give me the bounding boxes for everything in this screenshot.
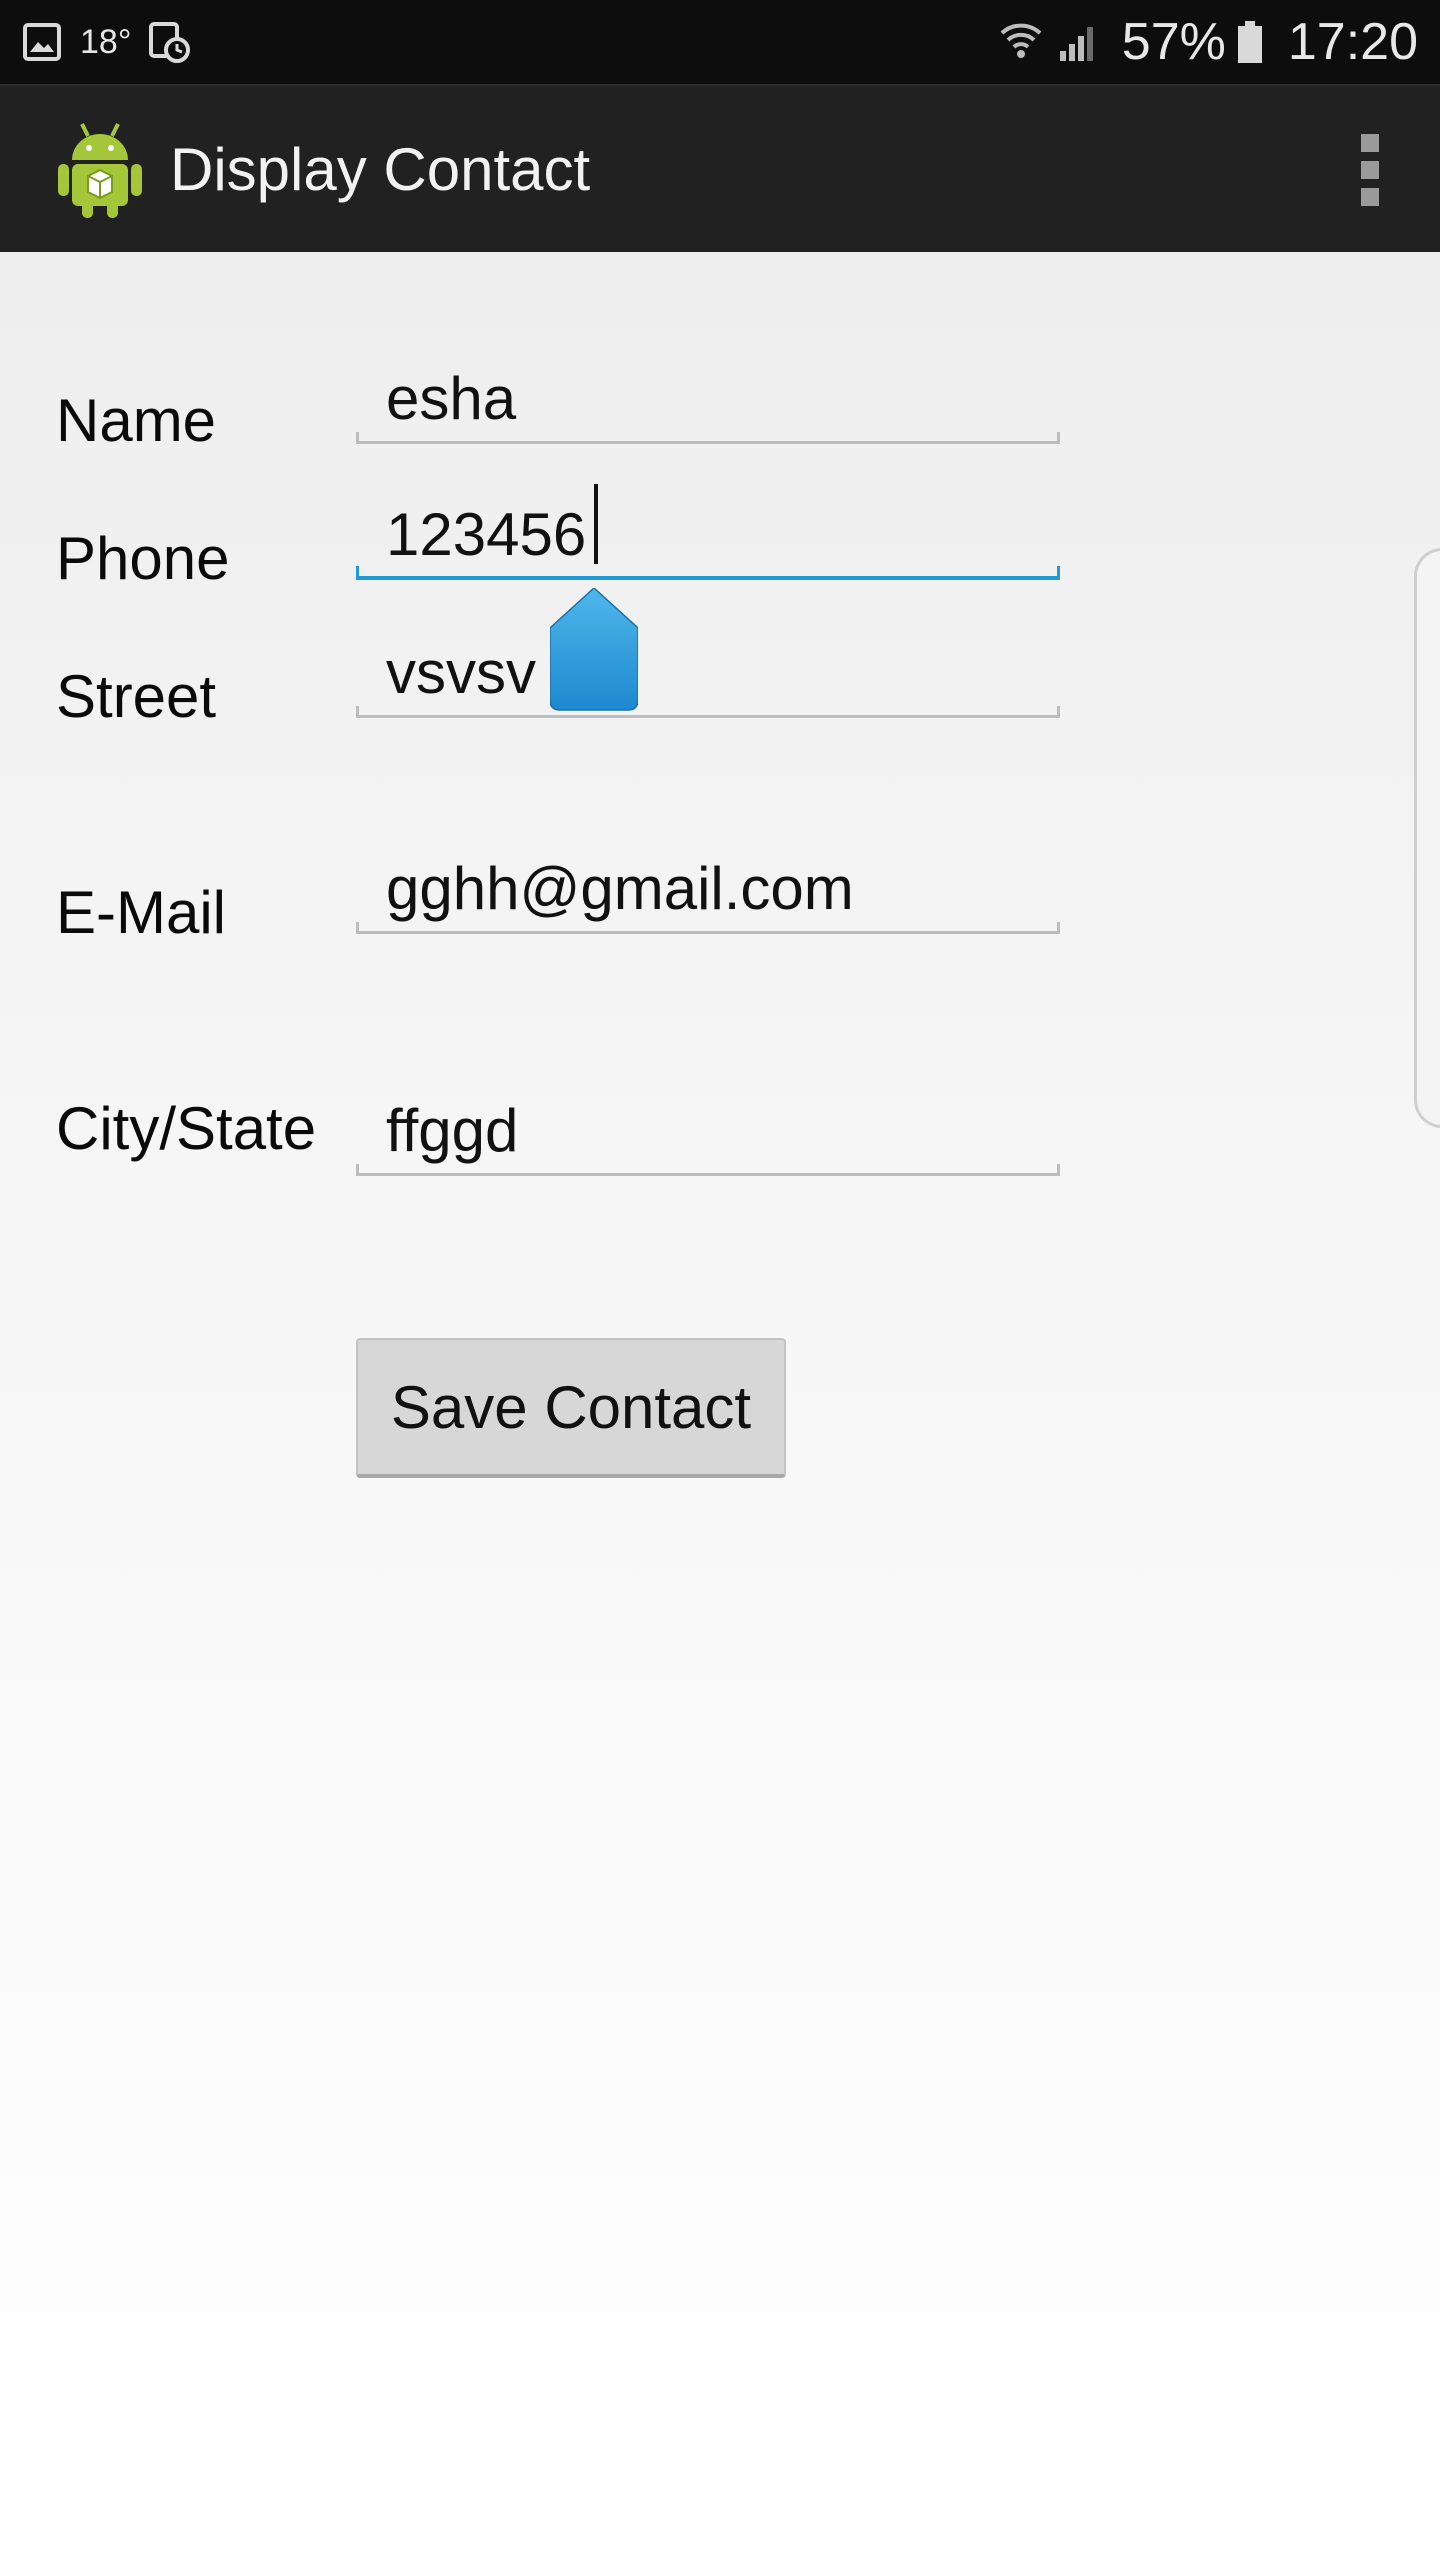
battery-icon — [1237, 21, 1262, 63]
temperature-text: 18° — [80, 22, 132, 61]
phone-field[interactable]: 123456 — [356, 500, 1060, 580]
status-bar: 18° 57% 17:20 — [0, 0, 1440, 84]
email-field[interactable]: gghh@gmail.com — [356, 854, 1060, 934]
email-label: E-Mail — [56, 879, 227, 946]
status-bar-right: 57% 17:20 — [998, 0, 1418, 84]
street-label: Street — [56, 663, 217, 730]
text-cursor — [594, 484, 598, 564]
signal-icon — [1059, 27, 1093, 61]
action-bar: Display Contact — [0, 84, 1440, 252]
phone-label: Phone — [56, 525, 230, 592]
status-bar-left: 18° — [22, 0, 191, 84]
text-selection-handle[interactable] — [550, 588, 638, 712]
city-state-field[interactable]: ffggd — [356, 1096, 1060, 1176]
overflow-menu-icon[interactable] — [1340, 134, 1400, 206]
save-contact-button[interactable]: Save Contact — [356, 1338, 786, 1478]
wifi-icon — [1000, 23, 1042, 58]
battery-percent: 57% — [1121, 13, 1226, 71]
city-state-label: City/State — [56, 1095, 317, 1162]
clock-icon — [149, 22, 191, 63]
gallery-icon — [23, 23, 61, 61]
edge-panel-handle[interactable] — [1414, 548, 1440, 1128]
name-label: Name — [56, 387, 217, 454]
clock-time: 17:20 — [1287, 13, 1418, 71]
android-icon — [58, 123, 142, 218]
street-field[interactable]: vsvsv — [356, 638, 1060, 718]
name-field[interactable]: esha — [356, 364, 1060, 444]
page-title: Display Contact — [170, 136, 591, 203]
